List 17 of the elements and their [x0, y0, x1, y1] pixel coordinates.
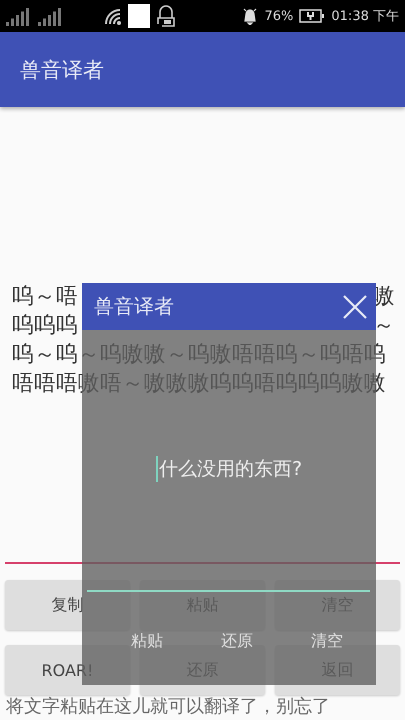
app-title: 兽音译者 — [20, 56, 104, 84]
battery-charging-icon — [299, 9, 326, 23]
output-text: 呜呜呜 — [12, 312, 78, 340]
dialog-title: 兽音译者 — [94, 293, 174, 320]
dialog-button[interactable]: 还原 — [217, 629, 257, 654]
clock: 01:38 下午 — [331, 8, 399, 25]
battery-percent: 76% — [264, 8, 294, 24]
dialog-message: 什么没用的东西? — [156, 456, 302, 482]
dialog-button[interactable]: 清空 — [307, 629, 347, 654]
alarm-icon — [242, 7, 258, 25]
wifi-icon — [102, 6, 122, 26]
close-icon[interactable] — [342, 294, 368, 320]
hint-text: 将文字粘贴在这儿就可以翻译了，别忘了 — [6, 696, 331, 718]
output-text: 呜～唔 — [12, 283, 78, 311]
notification-icon — [128, 4, 150, 28]
dialog-button[interactable]: 粘贴 — [127, 629, 167, 654]
output-text: ～ — [373, 312, 395, 340]
